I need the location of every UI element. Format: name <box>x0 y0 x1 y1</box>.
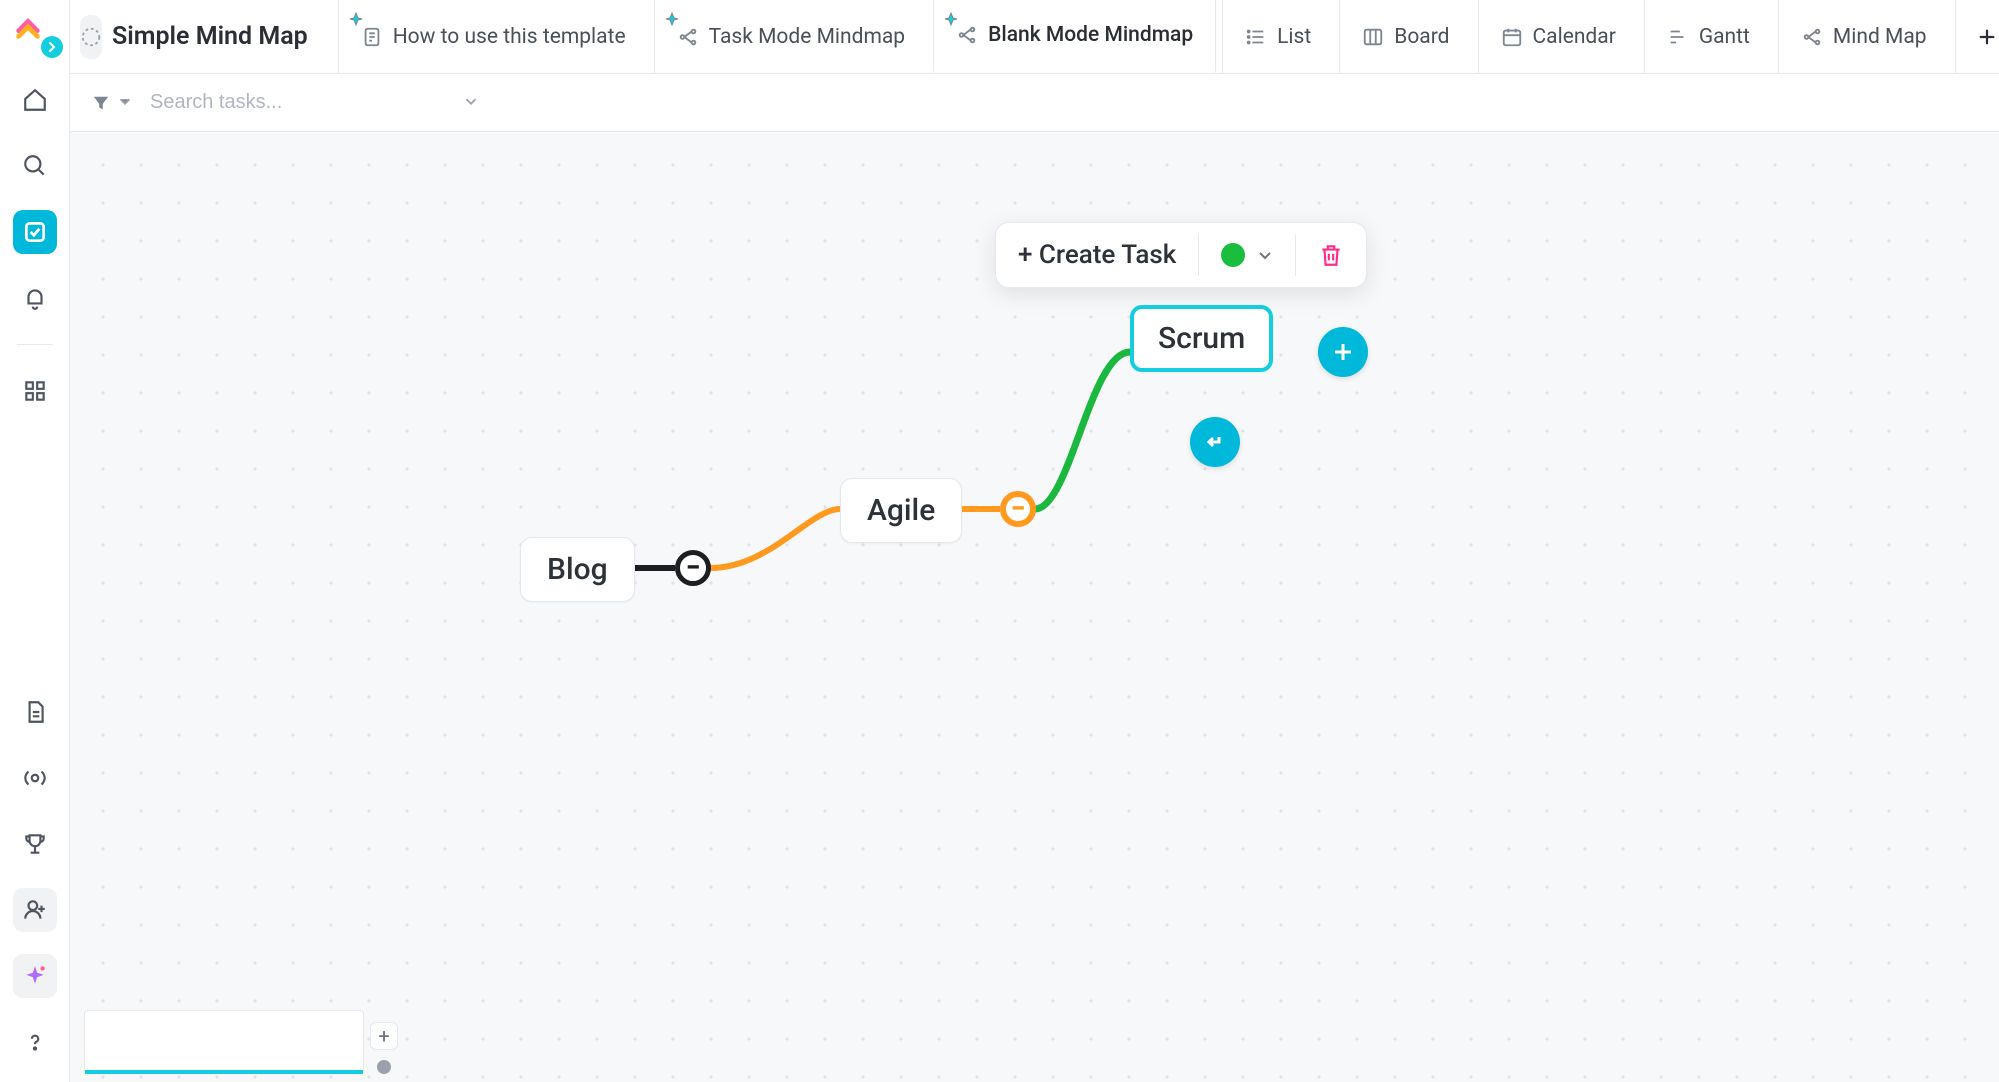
plus-icon <box>1331 340 1355 364</box>
help-icon[interactable] <box>13 1020 57 1064</box>
list-icon <box>1245 26 1267 48</box>
chevron-down-icon <box>116 92 134 114</box>
docs-icon[interactable] <box>13 690 57 734</box>
tab-task-mode-mindmap[interactable]: Task Mode Mindmap <box>654 0 928 74</box>
app-logo[interactable] <box>13 12 57 56</box>
funnel-icon <box>92 94 110 112</box>
zoom-controls: + <box>370 1022 398 1074</box>
chevron-down-icon <box>1257 247 1273 263</box>
list-title[interactable]: Simple Mind Map <box>112 22 308 51</box>
subbar <box>70 74 1999 132</box>
rail-separator <box>17 344 53 345</box>
search-input[interactable] <box>148 90 408 115</box>
mindmap-icon <box>1801 26 1823 48</box>
tab-label: Task Mode Mindmap <box>709 25 906 49</box>
calendar-icon <box>1501 26 1523 48</box>
filter-button[interactable] <box>92 92 134 114</box>
tab-calendar[interactable]: Calendar <box>1478 0 1638 74</box>
collapse-toggle[interactable]: − <box>1000 491 1036 527</box>
mindmap-canvas[interactable]: + Create Task Blog − Agile − Scrum <box>70 132 1999 1082</box>
tab-label: List <box>1277 25 1311 49</box>
mindmap-node-agile[interactable]: Agile <box>840 478 962 543</box>
add-view-button[interactable]: View <box>1955 0 1999 74</box>
tab-label: How to use this template <box>393 25 626 49</box>
node-label: Blog <box>547 552 608 587</box>
goals-icon[interactable] <box>13 822 57 866</box>
mindmap-node-scrum[interactable]: Scrum <box>1130 305 1273 372</box>
invite-icon[interactable] <box>13 888 57 932</box>
tab-list[interactable]: List <box>1222 0 1333 74</box>
pulse-icon[interactable] <box>13 756 57 800</box>
minimap[interactable] <box>84 1010 364 1074</box>
node-label: Scrum <box>1158 321 1245 356</box>
mindmap-icon <box>677 26 699 48</box>
zoom-in-button[interactable]: + <box>370 1022 398 1050</box>
pin-icon <box>944 8 958 22</box>
create-task-label: + Create Task <box>1018 240 1176 270</box>
status-dot-icon <box>1221 243 1245 267</box>
pin-icon <box>665 8 679 22</box>
tab-board[interactable]: Board <box>1339 0 1471 74</box>
tab-label: Gantt <box>1699 25 1750 49</box>
tasks-icon[interactable] <box>13 210 57 254</box>
delete-node-button[interactable] <box>1296 223 1366 287</box>
mindmap-icon <box>956 24 978 46</box>
topbar: Simple Mind Map How to use this template… <box>70 0 1999 74</box>
pin-icon <box>349 8 363 22</box>
tab-blank-mode-mindmap[interactable]: Blank Mode Mindmap <box>933 0 1216 74</box>
plus-icon <box>1978 28 1996 46</box>
collapse-toggle[interactable]: − <box>675 550 711 586</box>
clickup-logo-icon <box>13 12 43 42</box>
tab-gantt[interactable]: Gantt <box>1644 0 1772 74</box>
tab-how-to-use[interactable]: How to use this template <box>338 0 648 74</box>
canvas-layer: + Create Task Blog − Agile − Scrum <box>70 132 1999 1082</box>
node-label: Agile <box>867 493 935 528</box>
zoom-slider-handle[interactable] <box>377 1060 391 1074</box>
create-task-button[interactable]: + Create Task <box>996 223 1198 287</box>
notifications-icon[interactable] <box>13 276 57 320</box>
trash-icon <box>1318 242 1344 268</box>
ai-icon[interactable] <box>13 954 57 998</box>
left-rail <box>0 0 70 1082</box>
board-icon <box>1362 26 1384 48</box>
doc-icon <box>361 26 383 48</box>
status-picker[interactable] <box>1199 223 1295 287</box>
list-settings-button[interactable] <box>80 15 102 59</box>
rail-bottom-group <box>13 690 57 1082</box>
node-toolbar: + Create Task <box>995 222 1367 288</box>
expand-sidebar-badge[interactable] <box>41 36 63 58</box>
tab-label: Calendar <box>1533 25 1616 49</box>
tab-mind-map[interactable]: Mind Map <box>1778 0 1949 74</box>
node-action-button[interactable] <box>1190 417 1240 467</box>
add-child-button[interactable] <box>1318 327 1368 377</box>
enter-icon <box>1203 430 1227 454</box>
collapse-search-icon[interactable] <box>462 92 480 114</box>
gantt-icon <box>1667 26 1689 48</box>
mindmap-node-blog[interactable]: Blog <box>520 537 635 602</box>
search-icon[interactable] <box>13 144 57 188</box>
tab-label: Blank Mode Mindmap <box>988 23 1193 47</box>
tab-label: Mind Map <box>1833 25 1927 49</box>
tab-label: Board <box>1394 25 1449 49</box>
apps-icon[interactable] <box>13 369 57 413</box>
home-icon[interactable] <box>13 78 57 122</box>
